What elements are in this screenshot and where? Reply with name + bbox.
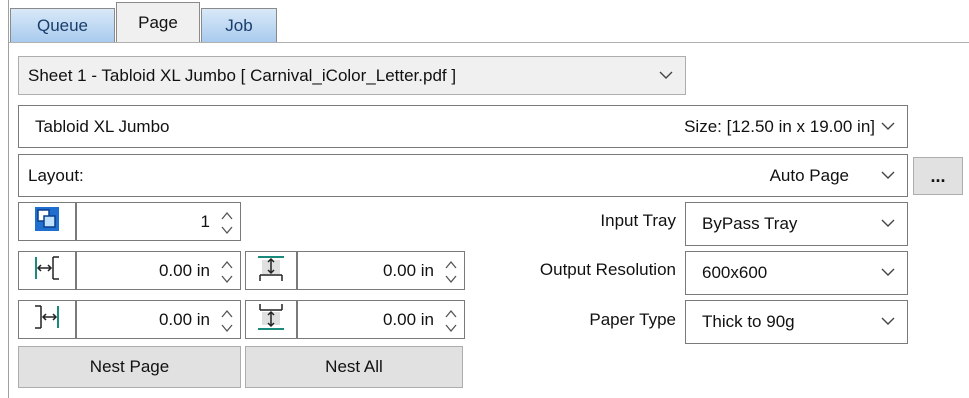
paper-type-label: Paper Type (589, 310, 676, 329)
spinner-icon[interactable] (220, 305, 234, 337)
copies-value: 1 (200, 211, 210, 231)
sheet-select[interactable]: Sheet 1 - Tabloid XL Jumbo [ Carnival_iC… (18, 56, 686, 95)
layout-more-button[interactable]: ... (913, 157, 963, 195)
output-resolution-value: 600x600 (702, 263, 768, 282)
paper-type-value: Thick to 90g (702, 312, 795, 331)
panel-left-border (8, 0, 9, 398)
right-margin-value: 0.00 in (158, 309, 210, 329)
tab-page[interactable]: Page (116, 2, 200, 42)
input-tray-select[interactable]: ByPass Tray (685, 202, 908, 246)
bottom-margin-icon-cell (245, 300, 297, 339)
chevron-down-icon (881, 219, 895, 228)
tab-job-label: Job (225, 15, 253, 35)
tab-strip-divider (9, 42, 969, 43)
right-margin-input[interactable]: 0.00 in (76, 300, 241, 339)
sheet-select-value: Sheet 1 - Tabloid XL Jumbo [ Carnival_iC… (28, 65, 457, 85)
spinner-icon[interactable] (444, 256, 458, 288)
nest-page-button[interactable]: Nest Page (18, 346, 241, 388)
chevron-down-icon (881, 317, 895, 326)
spinner-icon[interactable] (444, 305, 458, 337)
media-size: Size: [12.50 in x 19.00 in] (684, 116, 875, 136)
media-select[interactable]: Tabloid XL Jumbo Size: [12.50 in x 19.00… (18, 105, 908, 148)
input-tray-value: ByPass Tray (702, 214, 798, 233)
spinner-icon[interactable] (220, 256, 234, 288)
layout-value: Auto Page (769, 165, 849, 185)
paper-type-select[interactable]: Thick to 90g (685, 300, 908, 344)
copies-icon (34, 206, 60, 237)
bottom-margin-icon (256, 303, 286, 336)
right-margin-icon (33, 304, 61, 335)
nest-all-button[interactable]: Nest All (245, 346, 463, 388)
left-margin-icon-cell (18, 251, 76, 290)
top-margin-icon-cell (245, 251, 297, 290)
spinner-icon[interactable] (220, 207, 234, 239)
tab-page-label: Page (138, 12, 178, 32)
tab-queue[interactable]: Queue (10, 8, 115, 42)
top-margin-icon (256, 254, 286, 287)
top-margin-value: 0.00 in (382, 260, 434, 280)
copies-input[interactable]: 1 (76, 202, 241, 241)
output-resolution-select[interactable]: 600x600 (685, 251, 908, 295)
bottom-margin-value: 0.00 in (382, 309, 434, 329)
tab-queue-label: Queue (36, 15, 89, 35)
layout-select[interactable]: Layout: Auto Page (18, 154, 908, 197)
layout-label: Layout: (28, 165, 84, 185)
output-resolution-label: Output Resolution (539, 260, 676, 279)
chevron-down-icon (881, 122, 895, 131)
input-tray-label: Input Tray (600, 211, 676, 230)
right-margin-icon-cell (18, 300, 76, 339)
left-margin-value: 0.00 in (158, 260, 210, 280)
chevron-down-icon (881, 268, 895, 277)
top-margin-input[interactable]: 0.00 in (297, 251, 465, 290)
bottom-margin-input[interactable]: 0.00 in (297, 300, 465, 339)
left-margin-icon (33, 255, 61, 286)
chevron-down-icon (659, 71, 673, 80)
left-margin-input[interactable]: 0.00 in (76, 251, 241, 290)
media-name: Tabloid XL Jumbo (35, 116, 170, 136)
chevron-down-icon (881, 171, 895, 180)
tab-job[interactable]: Job (201, 8, 277, 42)
copies-icon-cell (18, 202, 76, 241)
